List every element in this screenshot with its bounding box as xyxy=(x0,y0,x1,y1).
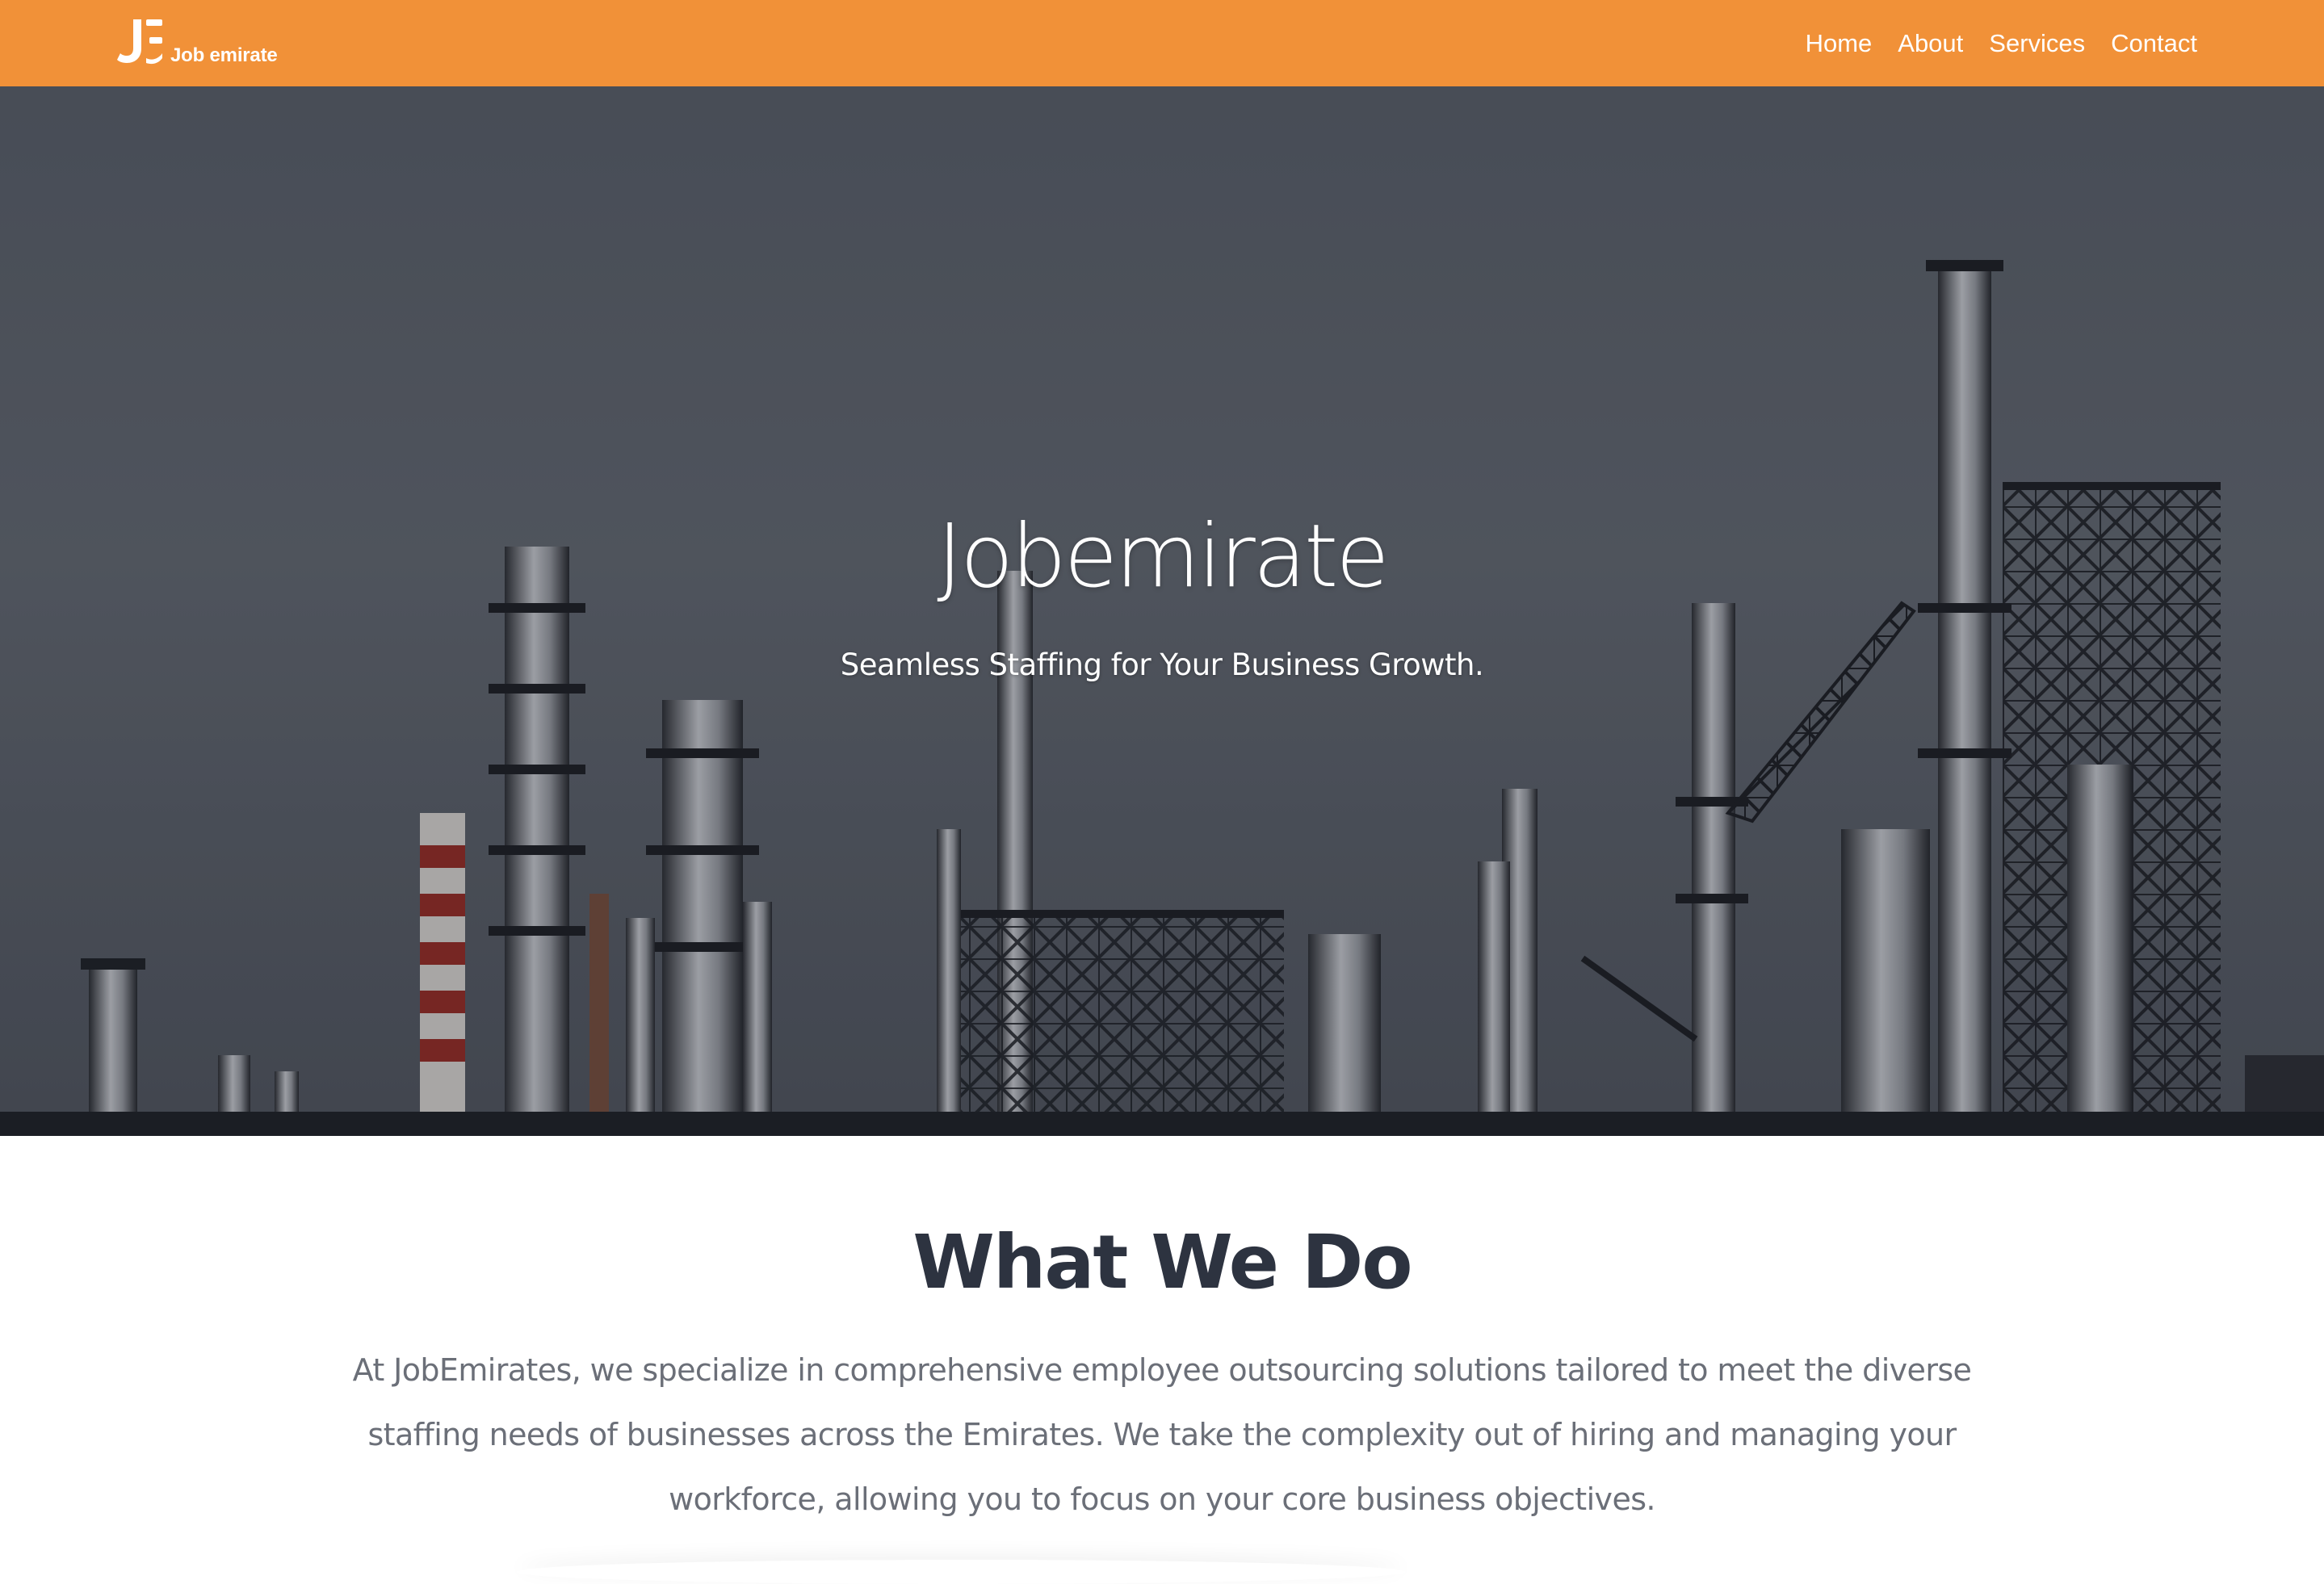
section-title: What We Do xyxy=(912,1219,1412,1305)
card-shadow xyxy=(517,1560,1405,1584)
hero-title: Jobemirate xyxy=(937,506,1390,607)
hero-subtitle: Seamless Staffing for Your Business Grow… xyxy=(840,647,1484,682)
je-monogram-icon xyxy=(117,19,162,65)
section-description: At JobEmirates, we specialize in compreh… xyxy=(352,1352,1972,1517)
nav-services[interactable]: Services xyxy=(1989,29,2085,58)
brand-name: Job emirate xyxy=(170,44,278,66)
hero-section: Jobemirate Seamless Staffing for Your Bu… xyxy=(0,86,2324,1136)
top-navbar: Job emirate Home About Services Contact xyxy=(0,0,2324,86)
nav-home[interactable]: Home xyxy=(1806,29,1873,58)
nav-contact[interactable]: Contact xyxy=(2111,29,2197,58)
main-nav: Home About Services Contact xyxy=(1806,0,2197,86)
nav-about[interactable]: About xyxy=(1898,29,1963,58)
hero-dark-overlay xyxy=(0,86,2324,1136)
what-we-do-section: What We Do At JobEmirates, we specialize… xyxy=(0,1136,2324,1574)
